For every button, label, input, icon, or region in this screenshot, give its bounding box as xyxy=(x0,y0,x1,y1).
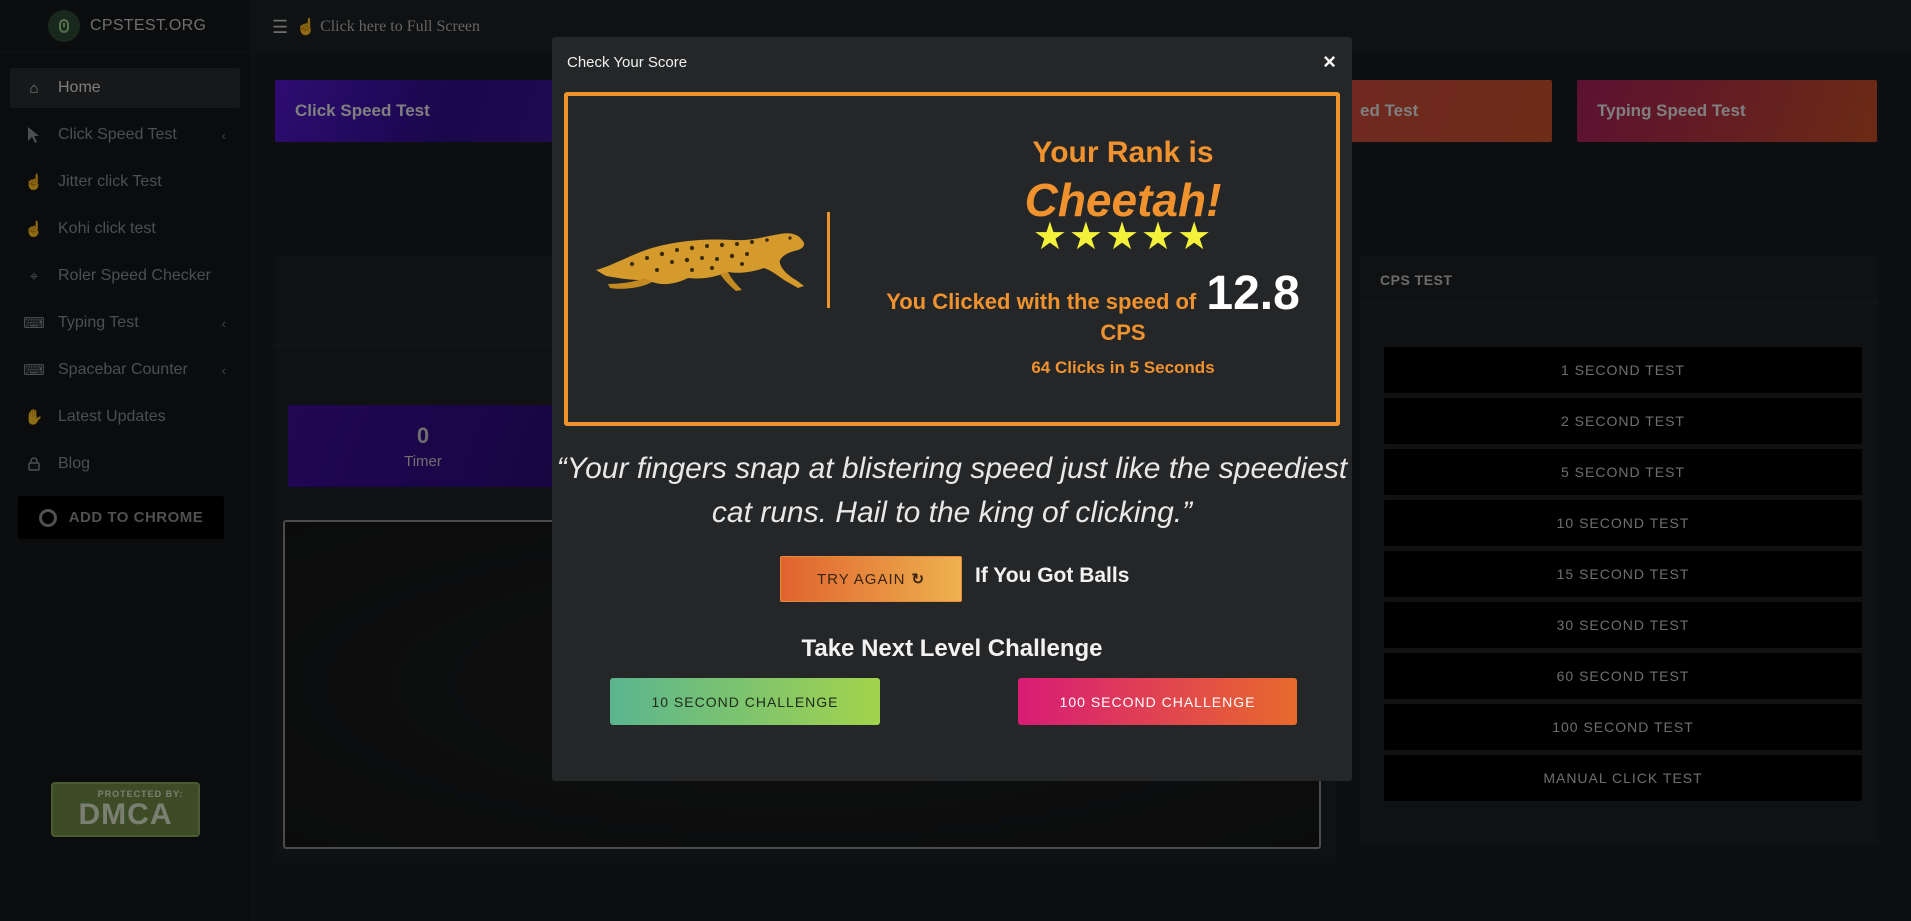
balls-text: If You Got Balls xyxy=(975,564,1130,587)
speed-line: You Clicked with the speed of 12.8 xyxy=(858,266,1328,321)
quote: “Your fingers snap at blistering speed j… xyxy=(552,447,1352,535)
clicks-summary: 64 Clicks in 5 Seconds xyxy=(1031,358,1215,377)
rank-label: Your Rank is xyxy=(1032,136,1214,169)
try-again-button[interactable]: TRY AGAIN ↻ xyxy=(780,556,962,602)
close-icon[interactable]: × xyxy=(1323,49,1336,75)
100-second-challenge-button[interactable]: 100 SECOND CHALLENGE xyxy=(1018,678,1297,725)
star-rating: ★★★★★ xyxy=(1032,216,1214,258)
refresh-icon: ↻ xyxy=(911,571,926,588)
speed-unit: CPS xyxy=(1100,320,1146,345)
10-second-challenge-button[interactable]: 10 SECOND CHALLENGE xyxy=(610,678,880,725)
speed-prefix: You Clicked with the speed of xyxy=(886,289,1197,314)
score-modal: Check Your Score × Your Rank is Cheetah!… xyxy=(552,37,1352,781)
score-box: Your Rank is Cheetah! ★★★★★ You Clicked … xyxy=(564,92,1340,426)
quote-line-1: “Your fingers snap at blistering speed j… xyxy=(556,452,1348,485)
score-divider xyxy=(827,212,830,308)
modal-title: Check Your Score xyxy=(567,54,688,71)
speed-value: 12.8 xyxy=(1206,267,1300,320)
quote-line-2: cat runs. Hail to the king of clicking.” xyxy=(711,496,1193,529)
cheetah-image xyxy=(596,233,805,291)
try-again-label: TRY AGAIN xyxy=(816,570,906,588)
next-challenge-title: Take Next Level Challenge xyxy=(801,635,1103,662)
